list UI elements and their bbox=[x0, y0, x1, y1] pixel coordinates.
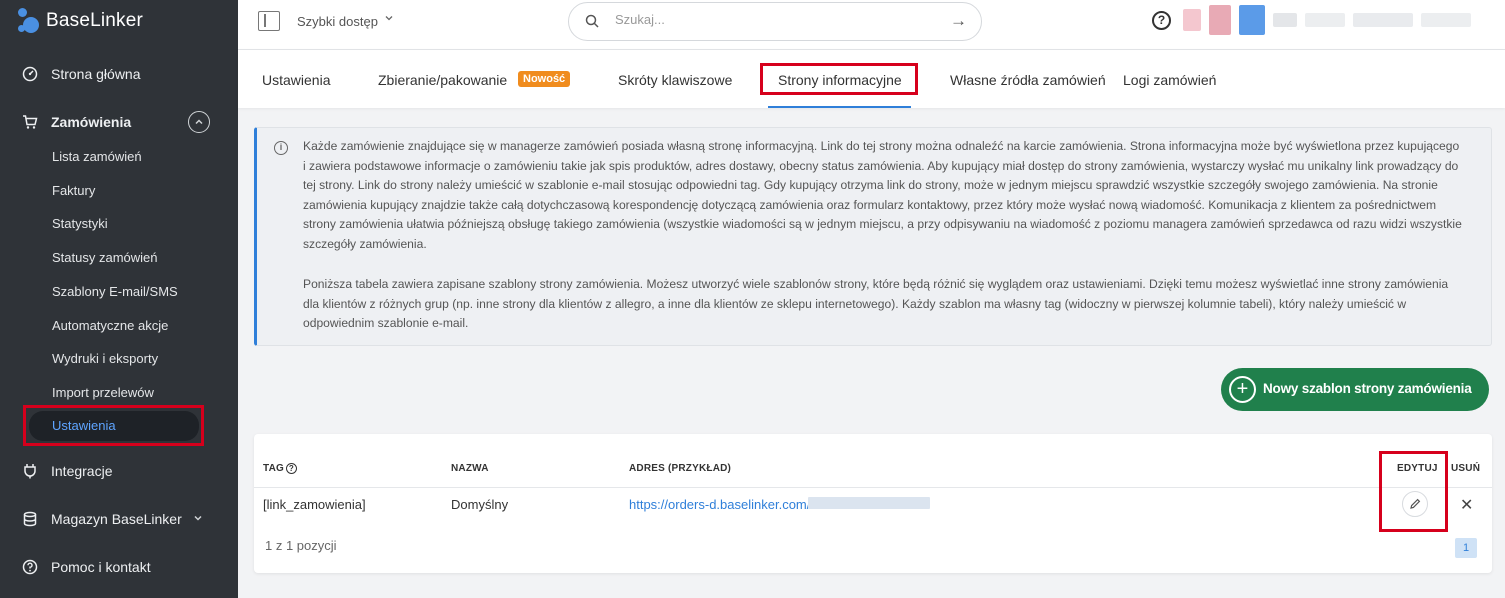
chevron-up-icon[interactable] bbox=[188, 111, 210, 133]
arrow-right-icon[interactable]: → bbox=[950, 11, 967, 31]
column-header-tag: TAG? bbox=[263, 463, 297, 474]
help-icon[interactable]: ? bbox=[1152, 11, 1171, 30]
delete-x-icon[interactable]: ✕ bbox=[1460, 495, 1473, 515]
sidebar-subitem-statistics[interactable]: Statystyki bbox=[52, 215, 108, 233]
logo[interactable]: BaseLinker bbox=[18, 8, 143, 34]
column-header-name: NAZWA bbox=[451, 463, 489, 474]
cell-tag: [link_zamowienia] bbox=[263, 497, 366, 512]
sidebar-subitem-prints-exports[interactable]: Wydruki i eksporty bbox=[52, 350, 158, 368]
sidebar-subitem-order-statuses[interactable]: Statusy zamówień bbox=[52, 249, 158, 267]
cell-name: Domyślny bbox=[451, 497, 509, 512]
tab-keyboard-shortcuts[interactable]: Skróty klawiszowe bbox=[618, 72, 732, 88]
user-account-blurred[interactable] bbox=[1183, 0, 1493, 40]
highlight-box-settings bbox=[23, 405, 204, 446]
tab-order-logs[interactable]: Logi zamówień bbox=[1123, 72, 1216, 88]
info-icon: i bbox=[274, 141, 288, 155]
info-box: i Każde zamówienie znajdujące się w mana… bbox=[254, 127, 1492, 346]
sidebar-subitem-transfer-import[interactable]: Import przelewów bbox=[52, 384, 154, 402]
plus-icon: + bbox=[1229, 376, 1256, 403]
sidebar-subitem-order-list[interactable]: Lista zamówień bbox=[52, 148, 142, 166]
highlight-box-edit-column bbox=[1379, 451, 1448, 532]
tab-settings[interactable]: Ustawienia bbox=[262, 72, 330, 88]
search-input[interactable] bbox=[615, 12, 915, 27]
baselinker-logo-icon bbox=[18, 8, 40, 34]
address-blurred bbox=[808, 497, 930, 509]
sidebar-item-label: Integracje bbox=[51, 463, 113, 479]
sidebar-item-label: Strona główna bbox=[51, 66, 141, 82]
cell-address-link[interactable]: https://orders-d.baselinker.com/ bbox=[629, 497, 810, 512]
info-paragraph-1: Każde zamówienie znajdujące się w manage… bbox=[303, 139, 1462, 251]
database-icon bbox=[22, 511, 38, 527]
sidebar-toggle-icon[interactable] bbox=[258, 11, 280, 31]
sidebar-item-orders[interactable]: Zamówienia bbox=[0, 108, 238, 136]
column-header-address: ADRES (PRZYKŁAD) bbox=[629, 463, 732, 474]
tab-picking-packing[interactable]: Zbieranie/pakowanie bbox=[378, 72, 507, 88]
question-icon[interactable]: ? bbox=[285, 463, 297, 474]
sidebar-item-label: Magazyn BaseLinker bbox=[51, 511, 182, 527]
chevron-down-icon[interactable] bbox=[384, 13, 394, 26]
tab-custom-order-sources[interactable]: Własne źródła zamówień bbox=[950, 72, 1106, 88]
sidebar-subitem-invoices[interactable]: Faktury bbox=[52, 182, 95, 200]
info-paragraph-2: Poniższa tabela zawiera zapisane szablon… bbox=[303, 277, 1449, 331]
sidebar-item-warehouse[interactable]: Magazyn BaseLinker bbox=[0, 505, 238, 533]
sidebar-item-label: Zamówienia bbox=[51, 114, 132, 130]
cart-icon bbox=[22, 114, 38, 130]
sidebar-subitem-automatic-actions[interactable]: Automatyczne akcje bbox=[52, 317, 168, 335]
highlight-box-info-pages-tab bbox=[760, 63, 918, 95]
search-icon bbox=[585, 14, 599, 28]
search-box: → bbox=[568, 2, 982, 41]
quick-access-label[interactable]: Szybki dostęp bbox=[297, 14, 378, 29]
sidebar-item-help[interactable]: Pomoc i kontakt bbox=[0, 553, 238, 581]
dashboard-icon bbox=[22, 66, 38, 82]
column-header-delete: USUŃ bbox=[1451, 463, 1481, 474]
active-tab-indicator bbox=[768, 106, 911, 108]
sidebar-item-home[interactable]: Strona główna bbox=[0, 60, 238, 88]
page-button-1[interactable]: 1 bbox=[1455, 538, 1477, 558]
button-label: Nowy szablon strony zamówienia bbox=[1263, 381, 1472, 396]
chevron-down-icon[interactable] bbox=[193, 513, 203, 526]
new-order-page-template-button[interactable]: + Nowy szablon strony zamówienia bbox=[1221, 368, 1489, 411]
header-divider bbox=[254, 487, 1492, 488]
sidebar-subitem-email-sms-templates[interactable]: Szablony E-mail/SMS bbox=[52, 283, 178, 301]
top-bar: Szybki dostęp → ? bbox=[238, 0, 1505, 50]
sidebar-item-label: Pomoc i kontakt bbox=[51, 559, 151, 575]
sidebar: BaseLinker Strona główna Zamówienia List… bbox=[0, 0, 238, 598]
logo-text: BaseLinker bbox=[46, 10, 144, 31]
help-circle-icon bbox=[22, 559, 38, 575]
new-badge: Nowość bbox=[518, 71, 571, 87]
sidebar-item-integrations[interactable]: Integracje bbox=[0, 457, 238, 485]
templates-table: TAG? NAZWA ADRES (PRZYKŁAD) EDYTUJ USUŃ … bbox=[254, 434, 1492, 573]
pagination-count: 1 z 1 pozycji bbox=[265, 538, 337, 553]
plug-icon bbox=[22, 463, 38, 479]
